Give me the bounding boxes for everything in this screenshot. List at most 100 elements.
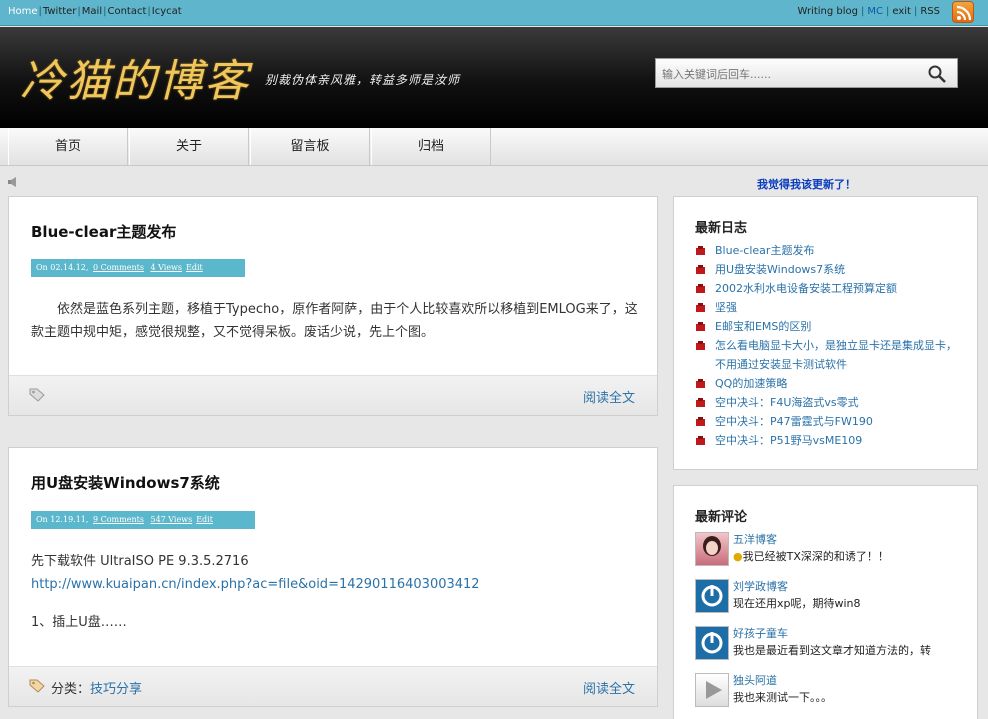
writing-blog-link[interactable]: Writing blog xyxy=(798,6,858,17)
comment-text: ●我已经被TX深深的和诱了！！ xyxy=(733,550,889,563)
comment-author[interactable]: 好孩子童车 xyxy=(733,625,788,641)
recent-post-item[interactable]: 坚强 xyxy=(695,298,965,317)
tag-icon xyxy=(29,679,45,693)
recent-post-item[interactable]: 空中决斗：F4U海盗式vs零式 xyxy=(695,393,965,412)
comment-item: 独头阿道 我也来测试一下。。。 xyxy=(695,673,965,713)
post-category: 分类：技巧分享 xyxy=(51,678,142,697)
tag-icon xyxy=(29,388,45,402)
mc-link[interactable]: MC xyxy=(867,6,883,17)
recent-post-item[interactable]: 空中决斗：P51野马vsME109 xyxy=(695,431,965,450)
smiley-icon: ● xyxy=(733,550,743,563)
search-input[interactable] xyxy=(662,65,917,83)
announcement[interactable]: 我觉得我该更新了！ xyxy=(757,176,856,192)
read-more-link[interactable]: 阅读全文 xyxy=(583,387,635,406)
post-title[interactable]: 用U盘安装Windows7系统 xyxy=(31,472,220,493)
bullet-icon xyxy=(696,322,705,331)
recent-post-title[interactable]: 空中决斗：P51野马vsME109 xyxy=(715,434,862,447)
bullet-icon xyxy=(696,398,705,407)
recent-post-title[interactable]: 空中决斗：F4U海盗式vs零式 xyxy=(715,396,859,409)
comment-author[interactable]: 独头阿道 xyxy=(733,672,777,688)
bullet-icon xyxy=(696,379,705,388)
recent-post-title[interactable]: 坚强 xyxy=(715,301,737,314)
widget-title: 最新评论 xyxy=(695,510,748,525)
recent-post-item[interactable]: 空中决斗：P47雷霆式与FW190 xyxy=(695,412,965,431)
recent-post-title[interactable]: 用U盘安装Windows7系统 xyxy=(715,263,845,276)
comment-author[interactable]: 刘学政博客 xyxy=(733,578,788,594)
recent-post-title[interactable]: E邮宝和EMS的区别 xyxy=(715,320,811,333)
mail-link[interactable]: Mail xyxy=(82,6,102,17)
nav-guestbook[interactable]: 留言板 xyxy=(250,128,370,165)
comment-text: 我也是最近看到这文章才知道方法的，转 xyxy=(733,644,931,657)
site-slogan: 别裁伪体亲风雅，转益多师是汝师 xyxy=(265,73,461,87)
post-comments-link[interactable]: 0 Comments xyxy=(93,263,144,272)
recent-post-title[interactable]: 2002水利水电设备安装工程预算定额 xyxy=(715,282,897,295)
post-body: 先下载软件 UltraISO PE 9.3.5.2716 http://www.… xyxy=(31,550,641,634)
post-date: On 02.14.12 xyxy=(36,263,86,272)
comment-author[interactable]: 五洋博客 xyxy=(733,531,777,547)
rss-link[interactable]: RSS xyxy=(920,6,940,17)
recent-posts-list: Blue-clear主题发布用U盘安装Windows7系统 2002水利水电设备安… xyxy=(695,241,965,450)
post-footer: 阅读全文 xyxy=(9,375,657,415)
recent-comments-widget: 最新评论 五洋博客 ●我已经被TX深深的和诱了！！ 刘学政博客 现在还用xp呢，… xyxy=(673,485,978,719)
recent-post-item[interactable]: 怎么看电脑显卡大小，是独立显卡还是集成显卡，不用通过安装显卡测试软件 xyxy=(695,336,965,374)
category-label: 分类： xyxy=(51,682,91,697)
recent-post-title[interactable]: QQ的加速策略 xyxy=(715,377,787,390)
comment-item: 刘学政博客 现在还用xp呢，期待win8 xyxy=(695,579,965,619)
widget-title: 最新日志 xyxy=(695,221,748,236)
top-links-left: Home|Twitter|Mail|Contact|Icycat xyxy=(8,6,182,17)
bullet-icon xyxy=(696,265,705,274)
contact-link[interactable]: Contact xyxy=(107,6,146,17)
category-link[interactable]: 技巧分享 xyxy=(90,682,142,697)
exit-link[interactable]: exit xyxy=(892,6,911,17)
bullet-icon xyxy=(696,341,705,350)
search-icon[interactable] xyxy=(927,64,947,84)
post-views: 547 Views xyxy=(150,515,193,524)
avatar[interactable] xyxy=(695,673,729,707)
home-link[interactable]: Home xyxy=(8,6,38,17)
bullet-icon xyxy=(696,436,705,445)
post-views: 4 Views xyxy=(150,263,182,272)
top-links-right: Writing blog | MC | exit | RSS xyxy=(797,6,940,17)
avatar[interactable] xyxy=(695,626,729,660)
read-more-link[interactable]: 阅读全文 xyxy=(583,678,635,697)
post-meta: On 02.14.12, 0 Comments 4 Views Edit xyxy=(31,259,245,277)
bullet-icon xyxy=(696,284,705,293)
comment-item: 好孩子童车 我也是最近看到这文章才知道方法的，转 xyxy=(695,626,965,666)
comment-text: 现在还用xp呢，期待win8 xyxy=(733,597,861,610)
speaker-icon[interactable] xyxy=(7,176,19,188)
post-date: On 12.19.11 xyxy=(36,515,86,524)
post-card: 用U盘安装Windows7系统 On 12.19.11, 9 Comments … xyxy=(8,447,658,707)
icycat-link[interactable]: Icycat xyxy=(152,6,182,17)
recent-post-title[interactable]: 空中决斗：P47雷霆式与FW190 xyxy=(715,415,873,428)
post-excerpt: 依然是蓝色系列主题，移植于Typecho，原作者阿萨，由于个人比较喜欢所以移植到… xyxy=(31,302,638,340)
recent-post-item[interactable]: QQ的加速策略 xyxy=(695,374,965,393)
nav-home[interactable]: 首页 xyxy=(8,128,128,165)
twitter-link[interactable]: Twitter xyxy=(43,6,77,17)
post-title[interactable]: Blue-clear主题发布 xyxy=(31,221,176,242)
nav-archive[interactable]: 归档 xyxy=(371,128,491,165)
recent-post-item[interactable]: E邮宝和EMS的区别 xyxy=(695,317,965,336)
post-line: 先下载软件 UltraISO PE 9.3.5.2716 xyxy=(31,554,249,569)
post-line: 1、插上U盘…… xyxy=(31,615,127,630)
recent-posts-widget: 最新日志 Blue-clear主题发布用U盘安装Windows7系统 2002水利… xyxy=(673,196,978,470)
avatar[interactable] xyxy=(695,532,729,566)
bullet-icon xyxy=(696,246,705,255)
post-comments-link[interactable]: 9 Comments xyxy=(93,515,144,524)
main-nav: 首页 关于 留言板 归档 xyxy=(0,128,988,166)
rss-icon[interactable] xyxy=(952,1,974,23)
site-logo[interactable]: 冷猫的博客 xyxy=(20,45,250,109)
download-link[interactable]: http://www.kuaipan.cn/index.php?ac=file&… xyxy=(31,577,480,592)
post-edit-link[interactable]: Edit xyxy=(196,515,213,524)
avatar[interactable] xyxy=(695,579,729,613)
nav-about[interactable]: 关于 xyxy=(129,128,249,165)
post-meta: On 12.19.11, 9 Comments 547 Views Edit xyxy=(31,511,255,529)
recent-post-item[interactable]: 用U盘安装Windows7系统 xyxy=(695,260,965,279)
recent-post-item[interactable]: 2002水利水电设备安装工程预算定额 xyxy=(695,279,965,298)
search-box xyxy=(655,58,958,88)
recent-post-item[interactable]: Blue-clear主题发布 xyxy=(695,241,965,260)
bullet-icon xyxy=(696,303,705,312)
recent-post-title[interactable]: Blue-clear主题发布 xyxy=(715,244,814,257)
post-edit-link[interactable]: Edit xyxy=(186,263,203,272)
post-footer: 分类：技巧分享 阅读全文 xyxy=(9,666,657,706)
recent-post-title[interactable]: 怎么看电脑显卡大小，是独立显卡还是集成显卡，不用通过安装显卡测试软件 xyxy=(715,339,957,371)
